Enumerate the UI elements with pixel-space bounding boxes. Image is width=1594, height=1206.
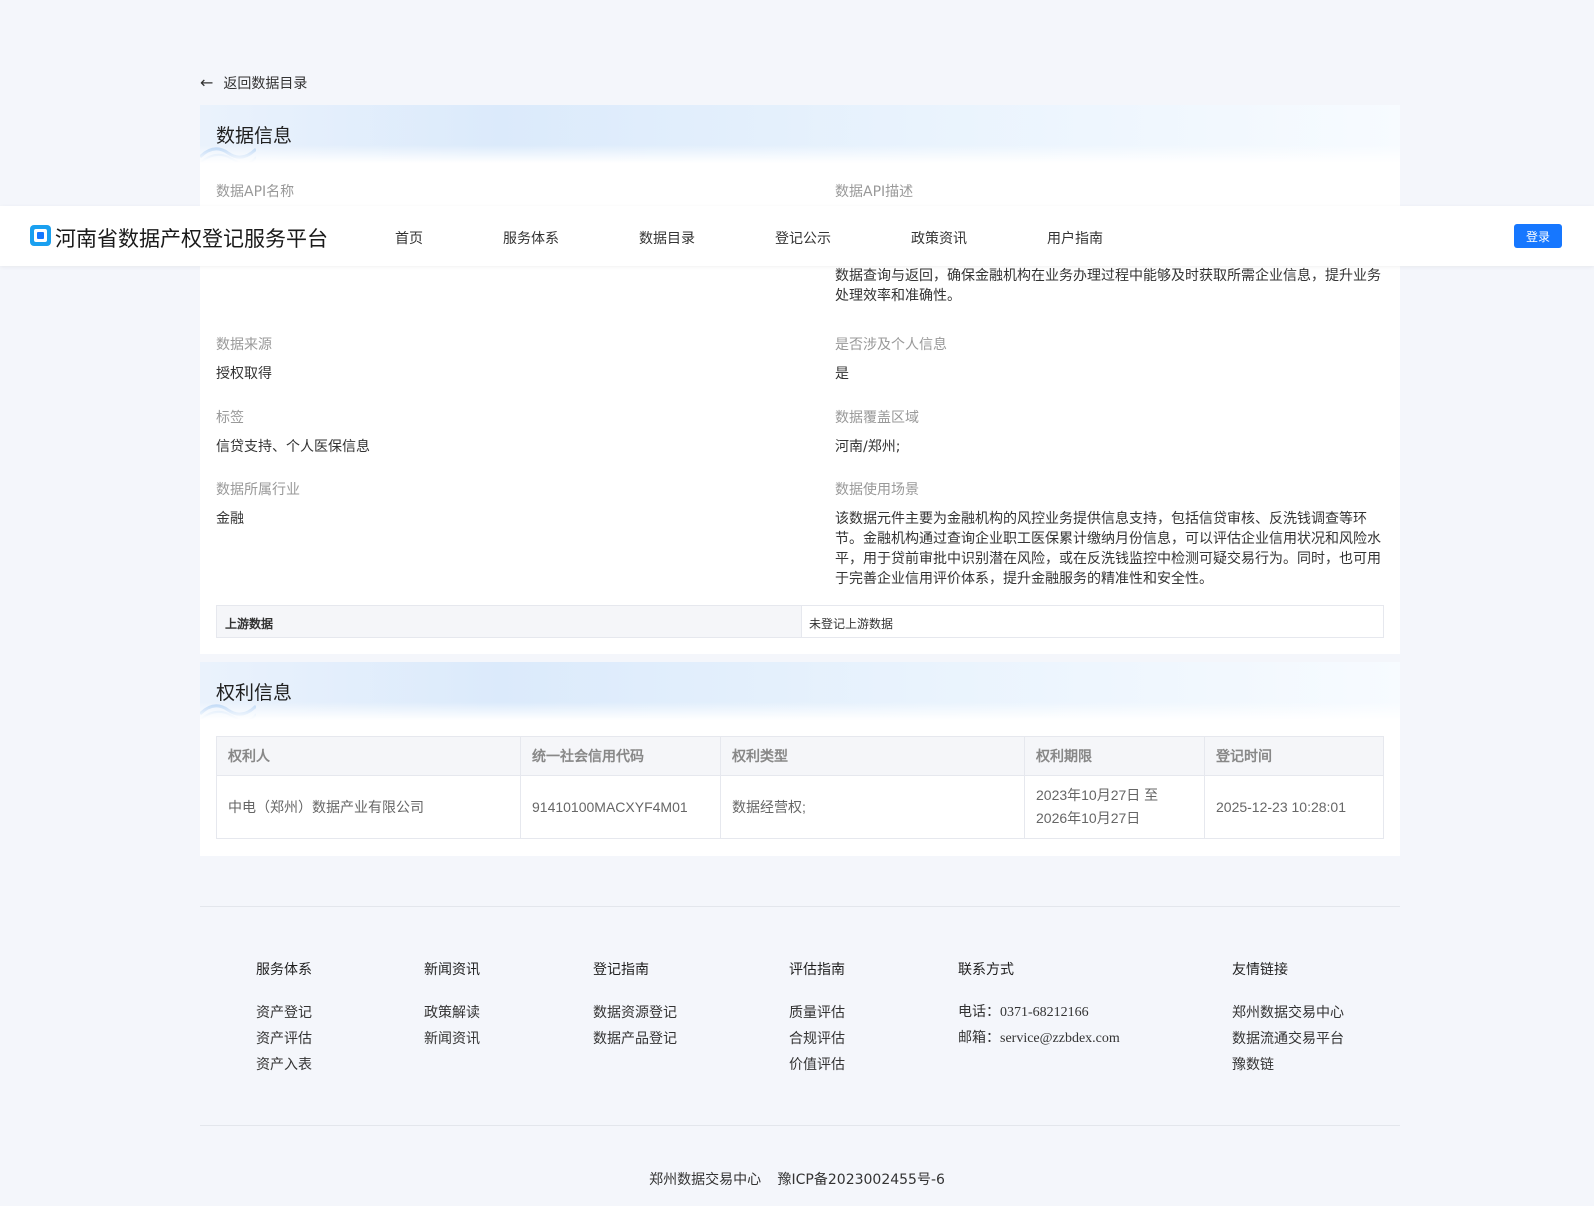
- footer-col-title: 友情链接: [1232, 962, 1288, 978]
- footer-link[interactable]: 数据产品登记: [593, 1026, 677, 1052]
- right-type-cell: 数据经营权;: [720, 775, 1025, 839]
- footer-col-contact: 联系方式 电话：0371-68212166 邮箱：service@zzbdex.…: [958, 959, 1120, 1052]
- tags-field: 标签 信贷支持、个人医保信息: [216, 407, 370, 457]
- footer-col-friend-links: 友情链接 郑州数据交易中心 数据流通交易平台 豫数链: [1232, 959, 1344, 1078]
- login-button[interactable]: 登录: [1514, 224, 1562, 248]
- col-register-time: 登记时间: [1204, 736, 1384, 776]
- usage-scenario-field: 数据使用场景 该数据元件主要为金融机构的风控业务提供信息支持，包括信贷审核、反洗…: [835, 479, 1384, 589]
- col-credit-code: 统一社会信用代码: [520, 736, 721, 776]
- upstream-data-label: 上游数据: [217, 606, 802, 637]
- credit-code-cell: 91410100MACXYF4M01: [520, 775, 721, 839]
- footer-divider-top: [200, 906, 1400, 907]
- data-info-title: 数据信息: [216, 126, 293, 147]
- footer-col-title: 评估指南: [789, 962, 845, 978]
- rights-info-header: 权利信息: [200, 662, 1400, 720]
- data-info-card: 数据信息 数据API名称 数据API描述 数据查询与返回，确保金融机构在业务办理…: [200, 105, 1400, 654]
- table-header-row: 权利人 统一社会信用代码 权利类型 权利期限 登记时间: [216, 736, 1384, 776]
- nav-item-policy-news[interactable]: 政策资讯: [911, 228, 967, 248]
- footer-link[interactable]: 新闻资讯: [424, 1026, 480, 1052]
- back-to-catalog-link[interactable]: ← 返回数据目录: [200, 73, 307, 93]
- industry-label: 数据所属行业: [216, 482, 300, 498]
- platform-brand[interactable]: 河南省数据产权登记服务平台: [55, 223, 328, 253]
- register-time-cell: 2025-12-23 10:28:01: [1204, 775, 1384, 839]
- tags-value: 信贷支持、个人医保信息: [216, 439, 370, 455]
- coverage-region-label: 数据覆盖区域: [835, 410, 919, 426]
- rights-table: 权利人 统一社会信用代码 权利类型 权利期限 登记时间 中电（郑州）数据产业有限…: [216, 736, 1384, 839]
- back-link-label: 返回数据目录: [223, 76, 308, 92]
- nav-item-services[interactable]: 服务体系: [503, 228, 559, 248]
- rights-info-card: 权利信息 权利人 统一社会信用代码 权利类型 权利期限 登记时间 中电（郑州）数…: [200, 662, 1400, 856]
- rights-info-title: 权利信息: [216, 683, 293, 704]
- api-desc-label: 数据API描述: [835, 184, 914, 200]
- table-row: 中电（郑州）数据产业有限公司 91410100MACXYF4M01 数据经营权;…: [216, 775, 1384, 839]
- coverage-region-field: 数据覆盖区域 河南/郑州;: [835, 407, 919, 457]
- term-end: 2026年10月27日: [1036, 810, 1141, 826]
- api-desc-value: 数据查询与返回，确保金融机构在业务办理过程中能够及时获取所需企业信息，提升业务处…: [835, 268, 1381, 304]
- copyright-bar: 郑州数据交易中心 豫ICP备2023002455号-6: [0, 1169, 1594, 1189]
- contact-email[interactable]: 邮箱：service@zzbdex.com: [958, 1026, 1120, 1052]
- footer-link[interactable]: 政策解读: [424, 1000, 480, 1026]
- contact-phone: 电话：0371-68212166: [958, 1005, 1089, 1020]
- upstream-data-value: 未登记上游数据: [809, 617, 894, 631]
- usage-scenario-value: 该数据元件主要为金融机构的风控业务提供信息支持，包括信贷审核、反洗钱调查等环节。…: [835, 511, 1381, 587]
- copyright-company: 郑州数据交易中心: [649, 1172, 762, 1188]
- data-info-header: 数据信息: [200, 105, 1400, 163]
- icp-record[interactable]: 豫ICP备2023002455号-6: [778, 1172, 945, 1188]
- data-source-field: 数据来源 授权取得: [216, 334, 272, 384]
- col-right-term: 权利期限: [1024, 736, 1205, 776]
- coverage-region-value: 河南/郑州;: [835, 439, 901, 455]
- api-name-label: 数据API名称: [216, 184, 295, 200]
- footer-col-title: 登记指南: [593, 962, 649, 978]
- industry-field: 数据所属行业 金融: [216, 479, 300, 529]
- footer-link[interactable]: 质量评估: [789, 1000, 845, 1026]
- footer-col-title: 服务体系: [256, 962, 312, 978]
- footer-link[interactable]: 资产入表: [256, 1052, 312, 1078]
- footer-link[interactable]: 价值评估: [789, 1052, 845, 1078]
- footer-link[interactable]: 资产登记: [256, 1000, 312, 1026]
- upstream-data-table: 上游数据 未登记上游数据: [216, 605, 1384, 638]
- personal-info-value: 是: [835, 366, 849, 382]
- arrow-left-icon: ←: [200, 73, 214, 92]
- footer-divider-bottom: [200, 1125, 1400, 1126]
- personal-info-label: 是否涉及个人信息: [835, 337, 947, 353]
- footer-col-register-guide: 登记指南 数据资源登记 数据产品登记: [593, 959, 677, 1052]
- industry-value: 金融: [216, 511, 244, 527]
- nav-item-registration-notice[interactable]: 登记公示: [775, 228, 831, 248]
- right-term-cell: 2023年10月27日 至 2026年10月27日: [1024, 775, 1205, 839]
- data-source-value: 授权取得: [216, 366, 272, 382]
- term-start: 2023年10月27日 至: [1036, 787, 1159, 803]
- col-rights-holder: 权利人: [216, 736, 521, 776]
- footer-link[interactable]: 数据流通交易平台: [1232, 1026, 1344, 1052]
- footer-col-evaluation-guide: 评估指南 质量评估 合规评估 价值评估: [789, 959, 845, 1078]
- data-source-label: 数据来源: [216, 337, 272, 353]
- footer-link[interactable]: 合规评估: [789, 1026, 845, 1052]
- rights-holder-cell: 中电（郑州）数据产业有限公司: [216, 775, 521, 839]
- platform-logo-icon: [30, 225, 51, 246]
- footer-col-title: 新闻资讯: [424, 962, 480, 978]
- tags-label: 标签: [216, 410, 244, 426]
- nav-item-catalog[interactable]: 数据目录: [639, 228, 695, 248]
- nav-item-home[interactable]: 首页: [395, 228, 423, 248]
- footer-col-services: 服务体系 资产登记 资产评估 资产入表: [256, 959, 312, 1078]
- top-navbar: 河南省数据产权登记服务平台 首页 服务体系 数据目录 登记公示 政策资讯 用户指…: [0, 206, 1594, 266]
- footer-col-title: 联系方式: [958, 962, 1014, 978]
- personal-info-field: 是否涉及个人信息 是: [835, 334, 947, 384]
- footer-col-news: 新闻资讯 政策解读 新闻资讯: [424, 959, 480, 1052]
- col-right-type: 权利类型: [720, 736, 1025, 776]
- api-desc-value-field: 数据查询与返回，确保金融机构在业务办理过程中能够及时获取所需企业信息，提升业务处…: [835, 266, 1384, 306]
- usage-scenario-label: 数据使用场景: [835, 482, 919, 498]
- footer-link[interactable]: 资产评估: [256, 1026, 312, 1052]
- nav-item-user-guide[interactable]: 用户指南: [1047, 228, 1103, 248]
- footer-link[interactable]: 郑州数据交易中心: [1232, 1000, 1344, 1026]
- footer-link[interactable]: 豫数链: [1232, 1052, 1344, 1078]
- footer-link[interactable]: 数据资源登记: [593, 1000, 677, 1026]
